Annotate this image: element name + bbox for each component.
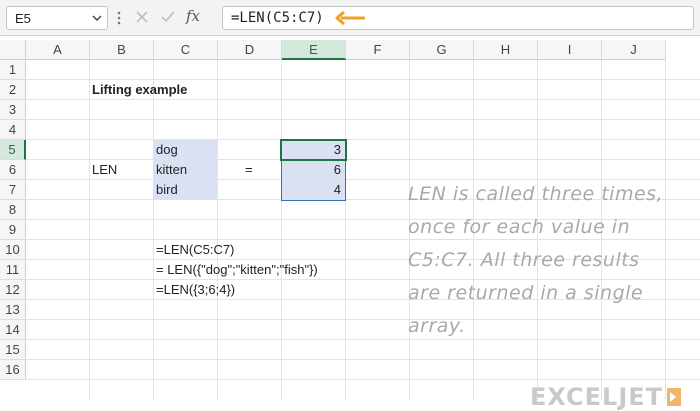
gridline-horizontal: [26, 359, 700, 360]
cell-c12[interactable]: =LEN({3;6;4}): [156, 280, 235, 300]
row-header-5[interactable]: 5: [0, 140, 26, 160]
row-header-16[interactable]: 16: [0, 360, 26, 380]
arrow-left-icon: [335, 10, 365, 26]
row-header-11[interactable]: 11: [0, 260, 26, 280]
cancel-icon[interactable]: [135, 10, 149, 24]
column-header-f[interactable]: F: [346, 40, 410, 60]
row-header-12[interactable]: 12: [0, 280, 26, 300]
gridline-vertical: [345, 60, 346, 400]
name-box[interactable]: E5: [6, 6, 108, 30]
row-header-8[interactable]: 8: [0, 200, 26, 220]
row-header-1[interactable]: 1: [0, 60, 26, 80]
gridline-horizontal: [26, 139, 700, 140]
cell-b2[interactable]: Lifting example: [92, 80, 187, 100]
column-header-c[interactable]: C: [154, 40, 218, 60]
logo-mark-icon: [667, 388, 682, 406]
row-header-10[interactable]: 10: [0, 240, 26, 260]
select-all-corner[interactable]: [0, 40, 26, 60]
spreadsheet-grid: ABCDEFGHIJ 1 2 3 4 5 6 7 8 9 10 11 12 13 14 15 16 Lifti…: [0, 40, 700, 411]
name-box-value: E5: [15, 11, 31, 26]
formula-bar: E5 fx =LEN(C5:C7): [0, 0, 700, 36]
explanation-note: LEN is called three times, once for each…: [408, 183, 664, 337]
gridline-horizontal: [26, 119, 700, 120]
gridline-vertical: [281, 60, 282, 400]
row-header-14[interactable]: 14: [0, 320, 26, 340]
cell-b6[interactable]: LEN: [92, 160, 117, 180]
row-header-7[interactable]: 7: [0, 180, 26, 200]
cell-c6[interactable]: kitten: [156, 160, 187, 180]
column-header-e[interactable]: E: [282, 40, 346, 60]
row-header-13[interactable]: 13: [0, 300, 26, 320]
active-cell-e5[interactable]: [280, 139, 347, 161]
column-header-b[interactable]: B: [90, 40, 154, 60]
column-header-h[interactable]: H: [474, 40, 538, 60]
formula-text: =LEN(C5:C7): [231, 10, 324, 26]
gridline-horizontal: [26, 379, 700, 380]
row-header-6[interactable]: 6: [0, 160, 26, 180]
column-header-g[interactable]: G: [410, 40, 474, 60]
chevron-down-icon[interactable]: [91, 12, 103, 24]
gridline-vertical: [89, 60, 90, 400]
gridline-vertical: [153, 60, 154, 400]
insert-function-icon[interactable]: fx: [186, 7, 200, 25]
cell-c7[interactable]: bird: [156, 180, 178, 200]
gridline-vertical: [217, 60, 218, 400]
column-header-a[interactable]: A: [26, 40, 90, 60]
cell-d6[interactable]: =: [245, 160, 253, 180]
column-header-j[interactable]: J: [602, 40, 666, 60]
cell-c11[interactable]: = LEN({"dog";"kitten";"fish"}): [156, 260, 318, 280]
formula-input[interactable]: =LEN(C5:C7): [222, 6, 694, 30]
gridline-horizontal: [26, 159, 700, 160]
more-options-icon[interactable]: [117, 10, 121, 26]
enter-check-icon[interactable]: [160, 10, 176, 24]
row-header-4[interactable]: 4: [0, 120, 26, 140]
logo-text: EXCELJET: [530, 383, 664, 411]
row-header-9[interactable]: 9: [0, 220, 26, 240]
row-header-15[interactable]: 15: [0, 340, 26, 360]
cell-c5[interactable]: dog: [156, 140, 178, 160]
row-header-2[interactable]: 2: [0, 80, 26, 100]
column-header-i[interactable]: I: [538, 40, 602, 60]
cell-c10[interactable]: =LEN(C5:C7): [156, 240, 234, 260]
exceljet-logo: EXCELJET: [530, 383, 682, 411]
column-header-d[interactable]: D: [218, 40, 282, 60]
row-header-3[interactable]: 3: [0, 100, 26, 120]
